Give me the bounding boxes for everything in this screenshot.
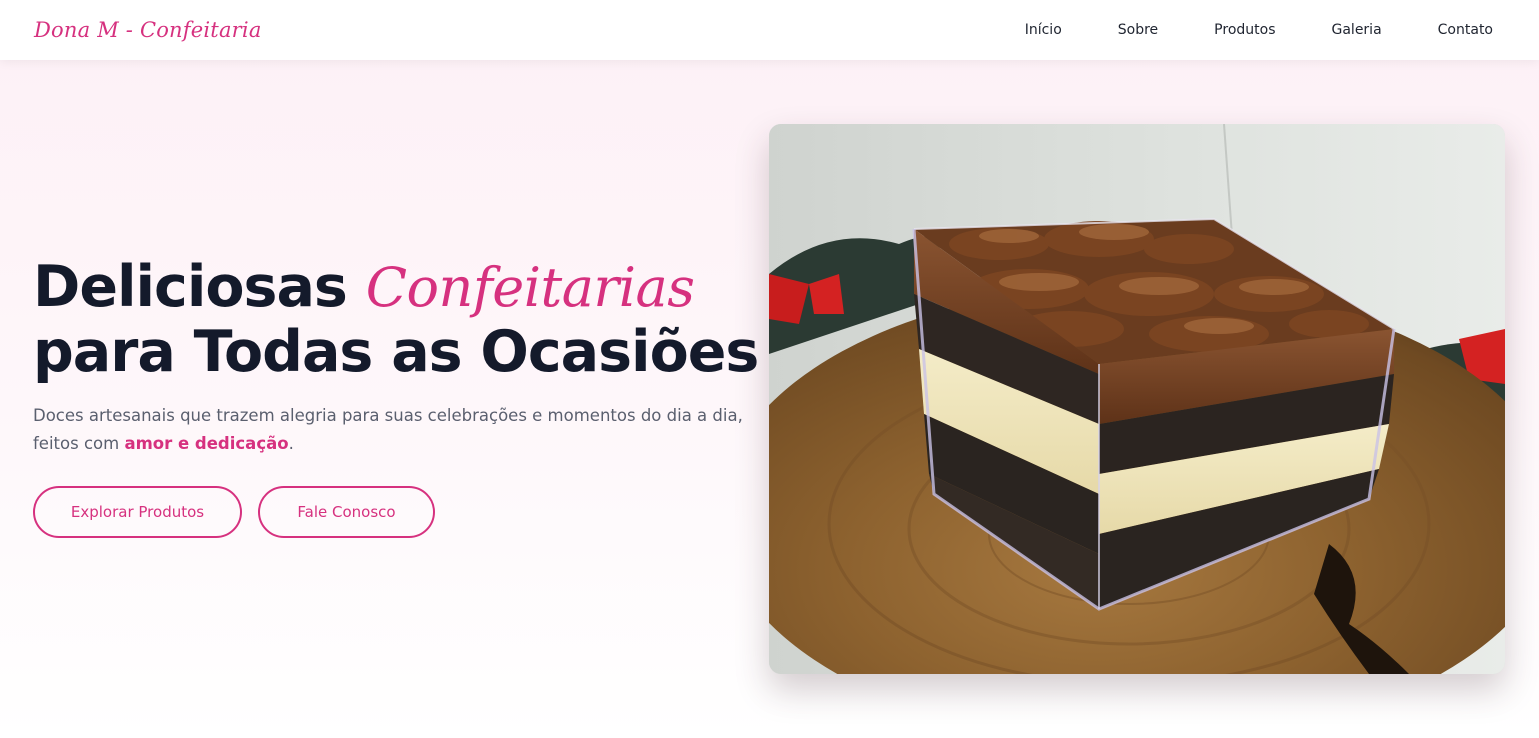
hero-title-highlight: Confeitarias [365, 256, 695, 319]
hero-title: Deliciosas Confeitarias para Todas as Oc… [33, 255, 773, 384]
hero-subtitle-end: . [288, 434, 294, 453]
nav-link-produtos[interactable]: Produtos [1214, 22, 1275, 38]
nav-link-contato[interactable]: Contato [1438, 22, 1493, 38]
main-nav: Início Sobre Produtos Galeria Contato [969, 22, 1493, 38]
explore-products-button[interactable]: Explorar Produtos [33, 486, 242, 538]
hero-subtitle-emphasis: amor e dedicação [124, 434, 289, 453]
hero-section: Deliciosas Confeitarias para Todas as Oc… [33, 255, 773, 458]
nav-link-galeria[interactable]: Galeria [1332, 22, 1382, 38]
nav-link-inicio[interactable]: Início [1025, 22, 1062, 38]
hero-cake-image [769, 124, 1505, 674]
cake-illustration [769, 124, 1505, 674]
contact-us-button[interactable]: Fale Conosco [258, 486, 435, 538]
hero-subtitle: Doces artesanais que trazem alegria para… [33, 402, 773, 458]
hero-title-part2: para Todas as Ocasiões [33, 319, 759, 385]
hero-buttons: Explorar Produtos Fale Conosco [33, 486, 435, 538]
brand-logo[interactable]: Dona M - Confeitaria [34, 18, 262, 42]
nav-link-sobre[interactable]: Sobre [1118, 22, 1158, 38]
hero-title-part1: Deliciosas [33, 254, 348, 320]
site-header: Dona M - Confeitaria Início Sobre Produt… [0, 0, 1539, 60]
